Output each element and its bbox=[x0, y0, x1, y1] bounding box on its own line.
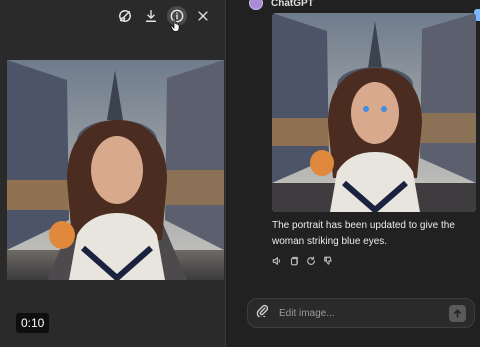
arrow-up-icon bbox=[453, 308, 462, 318]
video-timestamp: 0:10 bbox=[16, 313, 50, 333]
message-header: ChatGPT bbox=[249, 0, 314, 10]
chat-panel: ChatGPT The portrait has been updated to… bbox=[227, 0, 480, 347]
assistant-message: The portrait has been updated to give th… bbox=[272, 220, 455, 247]
image-viewer-panel: 0:10 bbox=[0, 0, 226, 347]
edit-image-composer bbox=[247, 298, 475, 328]
send-button[interactable] bbox=[449, 304, 466, 322]
thumbs-down-icon[interactable] bbox=[323, 256, 333, 266]
attach-button[interactable] bbox=[256, 304, 269, 322]
edit-image-input[interactable] bbox=[279, 307, 449, 319]
viewer-toolbar bbox=[115, 6, 213, 26]
chatgpt-avatar-icon bbox=[249, 0, 263, 10]
download-icon bbox=[145, 10, 157, 22]
generated-image-preview[interactable] bbox=[7, 60, 224, 280]
edit-brush-button[interactable] bbox=[115, 6, 135, 26]
close-button[interactable] bbox=[193, 6, 213, 26]
close-icon bbox=[198, 11, 208, 21]
message-actions bbox=[272, 256, 333, 266]
paperclip-icon bbox=[256, 304, 269, 319]
app-root: 0:10 ChatGPT The portrait has been updat… bbox=[0, 0, 480, 347]
regenerate-icon[interactable] bbox=[306, 256, 316, 266]
speaker-icon[interactable] bbox=[272, 256, 282, 266]
download-button[interactable] bbox=[141, 6, 161, 26]
hand-cursor-icon bbox=[170, 17, 182, 37]
copy-icon[interactable] bbox=[289, 256, 299, 266]
sender-name: ChatGPT bbox=[271, 0, 314, 9]
chat-generated-image[interactable] bbox=[272, 13, 476, 212]
edit-brush-icon bbox=[119, 10, 131, 22]
